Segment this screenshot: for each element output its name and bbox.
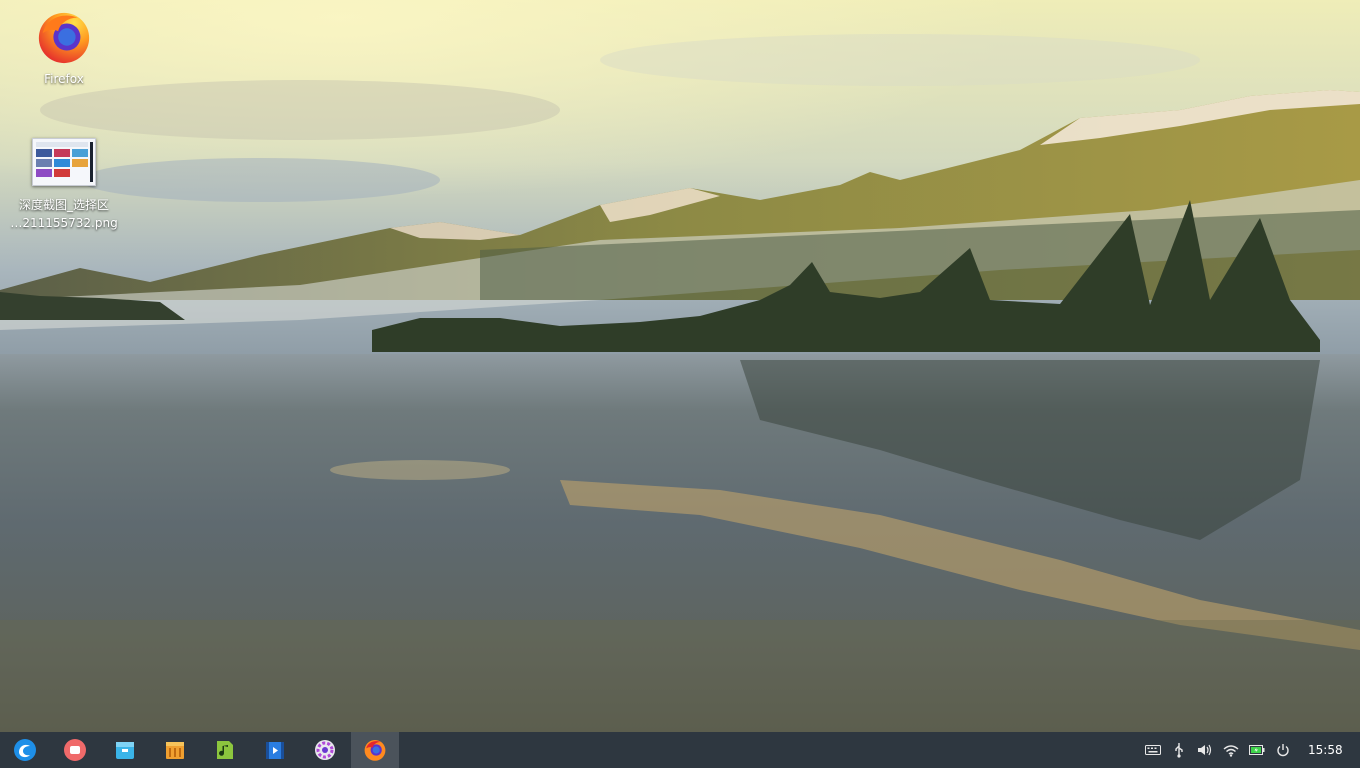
keyboard-icon[interactable]: [1140, 732, 1166, 768]
volume-icon[interactable]: [1192, 732, 1218, 768]
music-icon: [217, 741, 233, 759]
taskbar-movie-button[interactable]: [251, 732, 299, 768]
movie-icon: [266, 742, 284, 759]
launcher-icon: [14, 739, 36, 761]
system-tray: 15:58: [1140, 732, 1348, 768]
taskbar: 15:58: [0, 732, 1360, 768]
power-icon[interactable]: [1270, 732, 1296, 768]
taskbar-file-manager-button[interactable]: [101, 732, 149, 768]
file-manager-icon: [116, 742, 134, 759]
desktop-icon-label: Firefox: [44, 72, 84, 86]
app-store-icon: [166, 742, 184, 759]
firefox-icon: [38, 12, 90, 64]
taskbar-apps: [1, 732, 401, 768]
desktop[interactable]: Firefox 深度截图_选择区 …211155732.png: [0, 0, 1360, 732]
taskbar-settings-button[interactable]: [301, 732, 349, 768]
image-thumbnail-icon: [32, 138, 96, 186]
taskbar-firefox-button[interactable]: [351, 732, 399, 768]
usb-icon[interactable]: [1166, 732, 1192, 768]
taskbar-app-store-button[interactable]: [151, 732, 199, 768]
taskbar-launcher-button[interactable]: [1, 732, 49, 768]
taskbar-screen-recorder-button[interactable]: [51, 732, 99, 768]
screen-recorder-icon: [64, 739, 86, 761]
taskbar-music-button[interactable]: [201, 732, 249, 768]
wifi-icon[interactable]: [1218, 732, 1244, 768]
wallpaper-landscape: [0, 0, 1360, 732]
desktop-icon-firefox[interactable]: Firefox: [9, 8, 119, 88]
firefox-icon: [364, 740, 386, 761]
desktop-icon-label-line2: …211155732.png: [10, 216, 118, 230]
battery-icon[interactable]: [1244, 732, 1270, 768]
desktop-icon-label-line1: 深度截图_选择区: [18, 198, 109, 212]
settings-icon: [315, 740, 335, 760]
desktop-icon-screenshot-file[interactable]: 深度截图_选择区 …211155732.png: [9, 136, 119, 232]
clock[interactable]: 15:58: [1308, 743, 1348, 757]
